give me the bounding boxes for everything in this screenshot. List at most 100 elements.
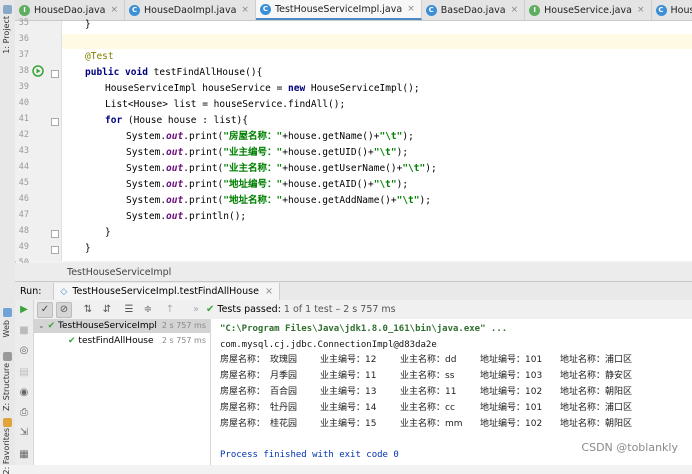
- run-toolbar: ✓ ⊘ ⇅ ⇵ ☰ ≑ ↑ » ✔ Tests passed: 1 of 1 t…: [15, 300, 692, 320]
- code-line-35: }: [85, 17, 91, 32]
- expand-all-icon[interactable]: ☰: [121, 302, 137, 318]
- structure-tool-tab[interactable]: Z: Structure: [2, 363, 11, 411]
- show-passed-toggle[interactable]: ✓: [37, 302, 53, 318]
- rerun-failed-icon[interactable]: ◎: [18, 344, 30, 356]
- toggle-autotest-icon[interactable]: ▤: [18, 366, 30, 378]
- passed-check-icon: ✔: [68, 336, 76, 346]
- favorites-tool-tab[interactable]: 2: Favorites: [2, 428, 11, 474]
- run-label: Run:: [20, 286, 41, 297]
- line-number: 35: [15, 18, 29, 28]
- test-tree: ⌄ ✔ TestHouseServiceImpl 2 s 757 ms ✔ te…: [34, 319, 211, 465]
- line-number: 40: [15, 98, 29, 108]
- tests-passed-label: Tests passed:: [217, 304, 281, 315]
- interface-icon: I: [19, 5, 30, 16]
- web-tool-tab[interactable]: Web: [2, 320, 11, 337]
- close-icon[interactable]: ×: [511, 5, 519, 15]
- line-gutter: 35 36 37 38 39 40 41 42 43 44 45 46 47 4…: [15, 21, 62, 261]
- console-command: "C:\Program Files\Java\jdk1.8.0_161\bin\…: [220, 322, 507, 336]
- line-number: 48: [15, 226, 29, 236]
- close-icon[interactable]: ×: [407, 4, 415, 14]
- passed-check-icon: ✔: [48, 321, 56, 331]
- line-number: 37: [15, 50, 29, 60]
- code-line-44: System.out.print("业主名称："+house.getUserNa…: [126, 161, 437, 176]
- watermark: CSDN @toblankly: [581, 441, 678, 454]
- sort-alpha-icon[interactable]: ⇅: [80, 302, 96, 318]
- check-icon[interactable]: ✓: [37, 302, 53, 318]
- code-line-49: }: [85, 241, 91, 256]
- camera-icon[interactable]: ◉: [18, 386, 30, 398]
- run-panel-header: Run: ◇ TestHouseServiceImpl.testFindAllH…: [15, 281, 692, 302]
- code-line-43: System.out.print("业主编号："+house.getUID()+…: [126, 145, 408, 160]
- line-number: 43: [15, 146, 29, 156]
- fold-marker[interactable]: [51, 70, 59, 78]
- left-tool-strip: 1: Project Web Z: Structure 2: Favorites: [0, 0, 16, 465]
- more-icon[interactable]: »: [188, 302, 204, 318]
- structure-icon[interactable]: [3, 352, 12, 361]
- line-number: 42: [15, 130, 29, 140]
- current-line-highlight: [62, 34, 692, 49]
- collapse-all-icon[interactable]: ≑: [140, 302, 156, 318]
- tab-testhouseserviceimpl[interactable]: CTestHouseServiceImpl.java×: [256, 0, 422, 20]
- code-line-42: System.out.print("房屋名称："+house.getName()…: [126, 129, 414, 144]
- export-icon[interactable]: ⎙: [18, 406, 30, 418]
- project-icon[interactable]: [3, 5, 12, 14]
- code-line-37: @Test: [85, 49, 114, 64]
- line-number: 46: [15, 194, 29, 204]
- code-editor[interactable]: 35 36 37 38 39 40 41 42 43 44 45 46 47 4…: [15, 21, 692, 261]
- console-finish: Process finished with exit code 0: [220, 448, 399, 462]
- tab-housedao[interactable]: IHouseDao.java×: [15, 0, 125, 20]
- tests-passed-icon: ✔: [206, 304, 214, 315]
- tab-housedaoimpl[interactable]: CHouseDaoImpl.java×: [125, 0, 256, 20]
- web-icon[interactable]: [3, 308, 12, 317]
- line-number: 49: [15, 242, 29, 252]
- line-number: 39: [15, 82, 29, 92]
- interface-icon: I: [529, 5, 540, 16]
- tab-houseserviceimpl[interactable]: CHouseServiceImpl.java×: [652, 0, 692, 20]
- line-number: 36: [15, 34, 29, 44]
- code-line-47: System.out.println();: [126, 209, 246, 224]
- code-line-39: HouseServiceImpl houseService = new Hous…: [105, 81, 420, 96]
- line-number: 47: [15, 210, 29, 220]
- tree-row-method[interactable]: ✔ testFindAllHouse 2 s 757 ms: [34, 334, 210, 348]
- close-icon[interactable]: ×: [110, 5, 118, 15]
- line-number: 41: [15, 114, 29, 124]
- line-number: 45: [15, 178, 29, 188]
- settings-icon[interactable]: ▦: [18, 448, 30, 460]
- class-icon: C: [129, 5, 140, 16]
- favorites-icon[interactable]: [3, 418, 12, 427]
- class-icon: C: [426, 5, 437, 16]
- close-icon[interactable]: ×: [265, 286, 273, 297]
- tests-passed-detail: 1 of 1 test – 2 s 757 ms: [284, 304, 396, 315]
- class-icon: C: [260, 4, 271, 15]
- fold-marker[interactable]: [51, 246, 59, 254]
- run-test-icon[interactable]: [32, 65, 44, 77]
- run-config-tab[interactable]: ◇ TestHouseServiceImpl.testFindAllHouse …: [53, 283, 279, 301]
- tree-row-class[interactable]: ⌄ ✔ TestHouseServiceImpl 2 s 757 ms: [34, 319, 210, 333]
- close-icon[interactable]: ×: [241, 5, 249, 15]
- rerun-icon[interactable]: ▶: [18, 303, 30, 315]
- chevron-down-icon[interactable]: ⌄: [38, 321, 45, 330]
- code-line-46: System.out.print("地址名称："+house.getAddNam…: [126, 193, 431, 208]
- code-line-48: }: [105, 225, 111, 240]
- sort-duration-icon[interactable]: ⇵: [99, 302, 115, 318]
- tab-basedao[interactable]: CBaseDao.java×: [422, 0, 525, 20]
- code-line-45: System.out.print("地址编号："+house.getAID()+…: [126, 177, 408, 192]
- fold-marker[interactable]: [51, 230, 59, 238]
- console-connection: com.mysql.cj.jdbc.ConnectionImpl@d83da2e: [220, 338, 437, 352]
- run-side-toolbar: ▶ ■ ◎ ▤ ◉ ⎙ ⇲ ▦: [15, 300, 34, 465]
- stop-icon[interactable]: ■: [18, 324, 30, 336]
- class-icon: C: [656, 5, 667, 16]
- up-arrow-icon[interactable]: ↑: [162, 302, 178, 318]
- project-tool-tab[interactable]: 1: Project: [2, 16, 11, 54]
- tab-houseservice[interactable]: IHouseService.java×: [525, 0, 651, 20]
- import-icon[interactable]: ⇲: [18, 426, 30, 438]
- code-line-41: for (House house : list){: [105, 113, 248, 128]
- close-icon[interactable]: ×: [637, 5, 645, 15]
- breadcrumb[interactable]: TestHouseServiceImpl: [15, 263, 692, 282]
- line-number: 38: [15, 66, 29, 76]
- line-number: 44: [15, 162, 29, 172]
- code-line-40: List<House> list = houseService.findAll(…: [105, 97, 345, 112]
- show-ignored-toggle[interactable]: ⊘: [56, 302, 72, 318]
- code-line-38: public void testFindAllHouse(){: [85, 65, 262, 80]
- fold-marker[interactable]: [51, 118, 59, 126]
